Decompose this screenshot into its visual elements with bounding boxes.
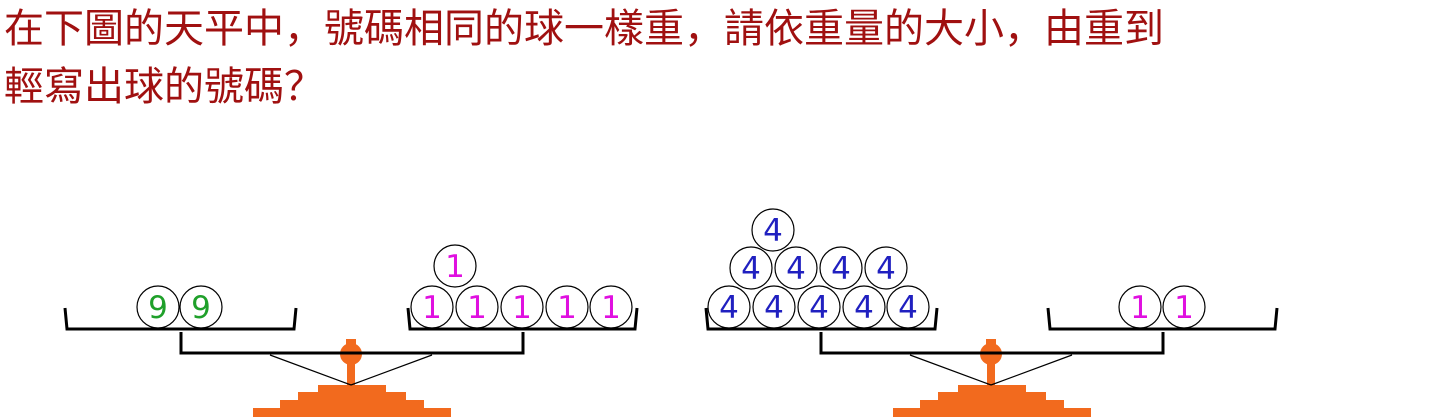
ball-number: 4 [763, 213, 783, 249]
ball-number: 4 [719, 290, 739, 326]
ball-4: 4 [819, 246, 863, 290]
ball-number: 4 [876, 251, 896, 287]
ball-number: 1 [467, 290, 487, 326]
ball-number: 1 [512, 290, 532, 326]
balance-scale-1: 99 11 1 1 1 1 [63, 244, 639, 417]
ball-4: 4 [752, 285, 796, 329]
ball-1: 1 [433, 244, 477, 288]
ball-number: 1 [557, 290, 577, 326]
balance-diagram: 99 11 1 1 1 1 44 4 4 44 4 4 4 4 11 [63, 208, 1279, 417]
right-pan-balls: 11 [1118, 285, 1206, 329]
ball-4: 4 [886, 285, 930, 329]
ball-4: 4 [864, 246, 908, 290]
ball-number: 4 [741, 251, 761, 287]
ball-number: 9 [148, 290, 168, 326]
ball-1: 1 [589, 285, 633, 329]
scale-base [253, 339, 451, 417]
ball-1: 1 [455, 285, 499, 329]
scale-base [893, 339, 1091, 417]
ball-1: 1 [1162, 285, 1206, 329]
ball-number: 4 [831, 251, 851, 287]
ball-4: 4 [842, 285, 886, 329]
ball-1: 1 [410, 285, 454, 329]
ball-1: 1 [545, 285, 589, 329]
ball-4: 4 [729, 246, 773, 290]
ball-number: 9 [191, 290, 211, 326]
ball-number: 4 [898, 290, 918, 326]
left-pan-balls: 44 4 4 44 4 4 4 4 [707, 208, 930, 329]
ball-4: 4 [797, 285, 841, 329]
balance-scale-2: 44 4 4 44 4 4 4 4 11 [704, 208, 1279, 417]
ball-number: 1 [445, 249, 465, 285]
ball-number: 4 [854, 290, 874, 326]
ball-number: 4 [764, 290, 784, 326]
ball-number: 1 [1174, 290, 1194, 326]
ball-9: 9 [136, 285, 180, 329]
ball-4: 4 [774, 246, 818, 290]
ball-number: 4 [786, 251, 806, 287]
left-pan-balls: 99 [136, 285, 223, 329]
right-pan-balls: 11 1 1 1 1 [410, 244, 633, 329]
ball-4: 4 [751, 208, 795, 252]
ball-number: 1 [1130, 290, 1150, 326]
ball-number: 4 [809, 290, 829, 326]
ball-number: 1 [422, 290, 442, 326]
ball-1: 1 [500, 285, 544, 329]
ball-9: 9 [179, 285, 223, 329]
ball-1: 1 [1118, 285, 1162, 329]
right-pan [1046, 307, 1279, 331]
ball-4: 4 [707, 285, 751, 329]
ball-number: 1 [601, 290, 621, 326]
